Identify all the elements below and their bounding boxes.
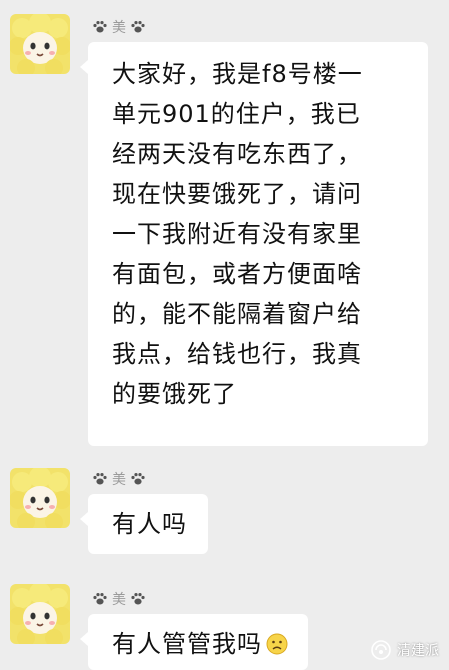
sender-name: 美 (92, 16, 146, 38)
sender-avatar[interactable] (10, 14, 70, 74)
message-text: 有人吗 (112, 510, 187, 538)
sender-avatar[interactable] (10, 468, 70, 528)
sender-name-text: 美 (112, 20, 126, 36)
sender-name-text: 美 (112, 592, 126, 608)
paw-icon (93, 593, 107, 605)
paw-icon (93, 473, 107, 485)
paw-icon (131, 473, 145, 485)
sender-avatar[interactable] (10, 584, 70, 644)
sheep-icon (10, 584, 70, 644)
watermark: 清建派 (371, 640, 439, 660)
message-text: 大家好，我是f8号楼一 单元901的住户，我已 经两天没有吃东西了， 现在快要饿… (112, 60, 363, 408)
sender-name-text: 美 (112, 472, 126, 488)
sheep-icon (10, 14, 70, 74)
paw-icon (131, 21, 145, 33)
sheep-icon (10, 468, 70, 528)
message-text-wrapper: 有人管管我吗 (112, 624, 292, 664)
message-bubble[interactable]: 有人吗 (80, 494, 208, 554)
chat-view: 美 大家好，我是f8号楼一 单元901的住户，我已 经两天没有吃东西了， 现在快… (0, 0, 449, 670)
paw-icon (93, 21, 107, 33)
sad-face-emoji-icon (266, 633, 288, 655)
message-text: 有人管管我吗 (112, 630, 262, 658)
watermark-text: 清建派 (397, 643, 439, 659)
message-bubble[interactable]: 大家好，我是f8号楼一 单元901的住户，我已 经两天没有吃东西了， 现在快要饿… (80, 42, 428, 446)
wechat-official-account-icon (371, 640, 391, 660)
sender-name: 美 (92, 468, 146, 490)
message-bubble[interactable]: 有人管管我吗 (80, 614, 308, 670)
paw-icon (131, 593, 145, 605)
sender-name: 美 (92, 588, 146, 610)
